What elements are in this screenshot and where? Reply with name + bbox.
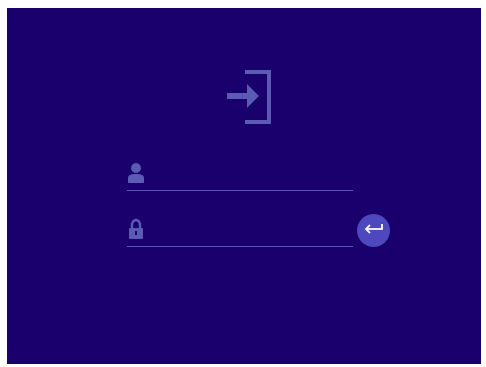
- username-input[interactable]: [153, 162, 349, 184]
- submit-button[interactable]: [357, 214, 390, 247]
- enter-return-icon: [364, 224, 383, 234]
- password-input[interactable]: [153, 218, 349, 240]
- lock-icon: [129, 218, 143, 239]
- username-field[interactable]: [127, 158, 353, 191]
- password-field[interactable]: [127, 214, 353, 247]
- login-screen: [7, 8, 481, 364]
- login-arrow-icon: [227, 70, 271, 124]
- user-icon: [128, 163, 144, 183]
